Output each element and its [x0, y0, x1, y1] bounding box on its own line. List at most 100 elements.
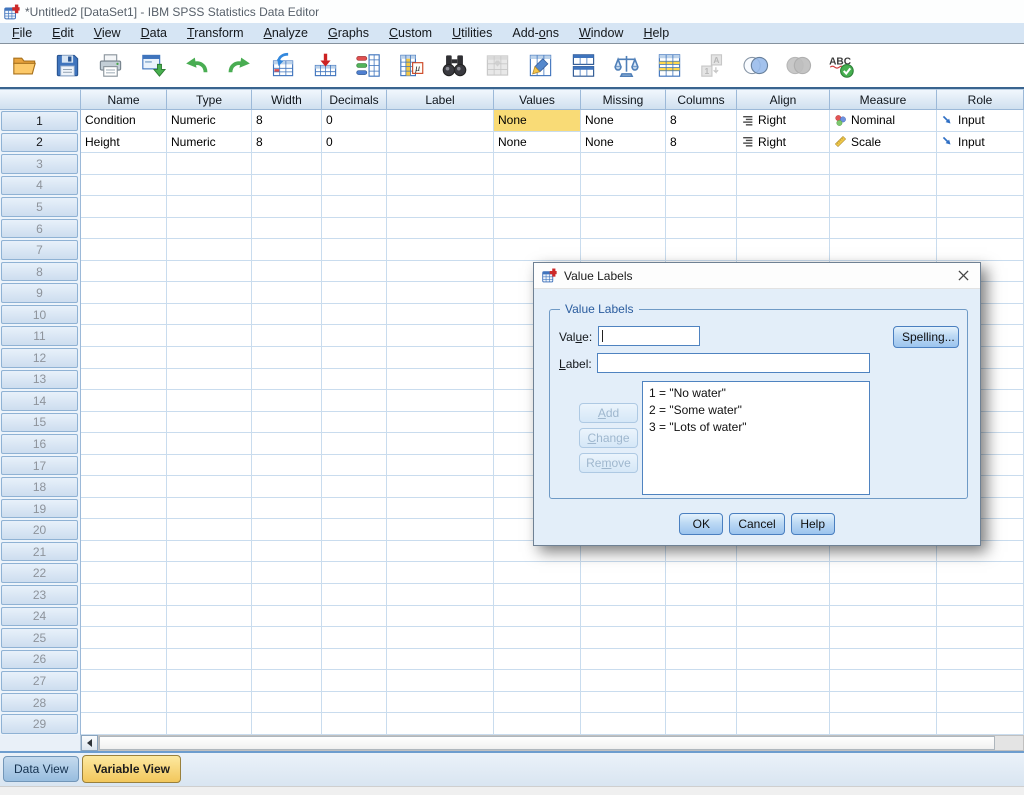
- scroll-left-button[interactable]: [81, 735, 98, 751]
- cell-measure-row27[interactable]: [830, 670, 937, 692]
- row-header-3[interactable]: 3: [1, 154, 78, 174]
- cell-align-row29[interactable]: [737, 713, 830, 735]
- spelling-button[interactable]: Spelling...: [893, 326, 959, 348]
- cell-role-row25[interactable]: [937, 627, 1024, 649]
- cell-values-row24[interactable]: [494, 606, 581, 628]
- cell-decimals-row4[interactable]: [322, 175, 387, 197]
- cell-missing-row24[interactable]: [581, 606, 666, 628]
- row-header-2[interactable]: 2: [1, 133, 78, 153]
- cell-values-row7[interactable]: [494, 239, 581, 261]
- cell-align-row5[interactable]: [737, 196, 830, 218]
- column-header-columns[interactable]: Columns: [666, 89, 737, 110]
- cell-name-row9[interactable]: [81, 282, 167, 304]
- select-cases-button[interactable]: [652, 48, 686, 84]
- cell-decimals-row25[interactable]: [322, 627, 387, 649]
- cell-align-row2[interactable]: Right: [737, 132, 830, 154]
- cell-decimals-row3[interactable]: [322, 153, 387, 175]
- cell-decimals-row29[interactable]: [322, 713, 387, 735]
- cell-width-row7[interactable]: [252, 239, 322, 261]
- row-header-6[interactable]: 6: [1, 219, 78, 239]
- cell-columns-row26[interactable]: [666, 649, 737, 671]
- menu-item-help[interactable]: Help: [633, 24, 679, 42]
- cell-decimals-row23[interactable]: [322, 584, 387, 606]
- scrollbar-thumb[interactable]: [99, 736, 995, 750]
- cell-columns-row24[interactable]: [666, 606, 737, 628]
- cell-type-row13[interactable]: [167, 369, 252, 391]
- value-labels-button[interactable]: A1: [695, 48, 729, 84]
- cell-decimals-row8[interactable]: [322, 261, 387, 283]
- menu-item-transform[interactable]: Transform: [177, 24, 254, 42]
- cell-decimals-row21[interactable]: [322, 541, 387, 563]
- cell-columns-row27[interactable]: [666, 670, 737, 692]
- row-header-16[interactable]: 16: [1, 434, 78, 454]
- cell-decimals-row6[interactable]: [322, 218, 387, 240]
- cell-measure-row22[interactable]: [830, 562, 937, 584]
- remove-button[interactable]: Remove: [579, 453, 638, 473]
- cell-role-row23[interactable]: [937, 584, 1024, 606]
- cell-measure-row3[interactable]: [830, 153, 937, 175]
- cell-width-row1[interactable]: 8: [252, 110, 322, 132]
- row-header-7[interactable]: 7: [1, 240, 78, 260]
- cell-label-row16[interactable]: [387, 433, 494, 455]
- cell-decimals-row13[interactable]: [322, 369, 387, 391]
- cell-type-row23[interactable]: [167, 584, 252, 606]
- cell-width-row16[interactable]: [252, 433, 322, 455]
- cell-align-row22[interactable]: [737, 562, 830, 584]
- cell-decimals-row7[interactable]: [322, 239, 387, 261]
- cell-decimals-row5[interactable]: [322, 196, 387, 218]
- cell-decimals-row2[interactable]: 0: [322, 132, 387, 154]
- spell-check-button[interactable]: ABC: [824, 48, 858, 84]
- split-file-button[interactable]: [566, 48, 600, 84]
- cell-columns-row7[interactable]: [666, 239, 737, 261]
- add-button[interactable]: Add: [579, 403, 638, 423]
- cell-name-row28[interactable]: [81, 692, 167, 714]
- cell-values-row6[interactable]: [494, 218, 581, 240]
- cell-values-row23[interactable]: [494, 584, 581, 606]
- cell-label-row7[interactable]: [387, 239, 494, 261]
- cell-role-row22[interactable]: [937, 562, 1024, 584]
- cell-columns-row4[interactable]: [666, 175, 737, 197]
- cell-width-row10[interactable]: [252, 304, 322, 326]
- cell-name-row24[interactable]: [81, 606, 167, 628]
- show-all-variables-button[interactable]: [781, 48, 815, 84]
- cell-decimals-row14[interactable]: [322, 390, 387, 412]
- cell-width-row14[interactable]: [252, 390, 322, 412]
- row-header-24[interactable]: 24: [1, 607, 78, 627]
- cell-width-row8[interactable]: [252, 261, 322, 283]
- cell-missing-row1[interactable]: None: [581, 110, 666, 132]
- variables-button[interactable]: [351, 48, 385, 84]
- value-label-entry[interactable]: 1 = "No water": [649, 385, 869, 402]
- cell-values-row3[interactable]: [494, 153, 581, 175]
- cell-values-row25[interactable]: [494, 627, 581, 649]
- row-header-19[interactable]: 19: [1, 499, 78, 519]
- row-header-21[interactable]: 21: [1, 542, 78, 562]
- cell-measure-row4[interactable]: [830, 175, 937, 197]
- cell-label-row5[interactable]: [387, 196, 494, 218]
- cell-width-row23[interactable]: [252, 584, 322, 606]
- grid-corner[interactable]: [0, 89, 81, 110]
- row-header-27[interactable]: 27: [1, 671, 78, 691]
- cell-name-row21[interactable]: [81, 541, 167, 563]
- row-header-25[interactable]: 25: [1, 628, 78, 648]
- cell-width-row21[interactable]: [252, 541, 322, 563]
- cell-measure-row25[interactable]: [830, 627, 937, 649]
- cell-missing-row5[interactable]: [581, 196, 666, 218]
- row-header-5[interactable]: 5: [1, 197, 78, 217]
- cell-columns-row25[interactable]: [666, 627, 737, 649]
- row-header-28[interactable]: 28: [1, 693, 78, 713]
- cell-type-row10[interactable]: [167, 304, 252, 326]
- cell-decimals-row17[interactable]: [322, 455, 387, 477]
- cell-role-row4[interactable]: [937, 175, 1024, 197]
- cell-type-row16[interactable]: [167, 433, 252, 455]
- cell-label-row21[interactable]: [387, 541, 494, 563]
- cell-values-row27[interactable]: [494, 670, 581, 692]
- print-button[interactable]: [93, 48, 127, 84]
- save-button[interactable]: [50, 48, 84, 84]
- cell-type-row18[interactable]: [167, 476, 252, 498]
- cell-missing-row2[interactable]: None: [581, 132, 666, 154]
- value-labels-list[interactable]: 1 = "No water"2 = "Some water"3 = "Lots …: [642, 381, 870, 495]
- cell-decimals-row16[interactable]: [322, 433, 387, 455]
- cell-name-row5[interactable]: [81, 196, 167, 218]
- cell-type-row7[interactable]: [167, 239, 252, 261]
- cell-type-row19[interactable]: [167, 498, 252, 520]
